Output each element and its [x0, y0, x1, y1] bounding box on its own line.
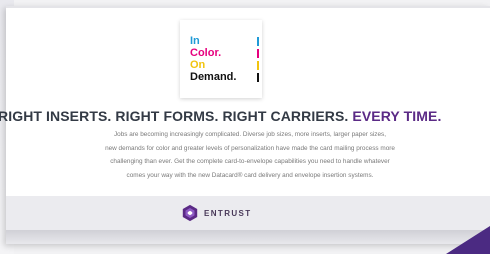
yellow-bar [257, 61, 259, 70]
body-line-2: new demands for color and greater levels… [105, 144, 395, 152]
body-line-4: comes your way with the new Datacard® ca… [126, 171, 374, 179]
page-bottom-shadow [6, 230, 490, 244]
cyan-bar [257, 37, 259, 46]
body-line-3: challenging than ever. Get the complete … [110, 158, 390, 166]
logo-wordmark: ENTRUST [204, 208, 252, 218]
headline-main: RIGHT INSERTS. RIGHT FORMS. RIGHT CARRIE… [0, 108, 353, 124]
black-bar [257, 73, 259, 82]
cover-line-color: Color. [190, 47, 222, 59]
cover-line-demand: Demand. [190, 71, 237, 83]
body-line-1: Jobs are becoming increasingly complicat… [113, 131, 387, 138]
brochure-cover-card: In Color. On Demand. [180, 20, 262, 98]
magenta-bar [257, 49, 259, 58]
corner-triangle-icon [446, 226, 490, 254]
body-paragraph: Jobs are becoming increasingly complicat… [30, 128, 470, 182]
footer-band: ENTRUST [6, 196, 490, 230]
entrust-hexagon-icon [182, 204, 198, 222]
page-top-edge [6, 6, 490, 8]
headline-accent: EVERY TIME. [352, 108, 442, 124]
entrust-logo[interactable]: ENTRUST [181, 203, 252, 223]
cover-line-in: In [190, 35, 200, 47]
cover-line-on: On [190, 59, 206, 71]
